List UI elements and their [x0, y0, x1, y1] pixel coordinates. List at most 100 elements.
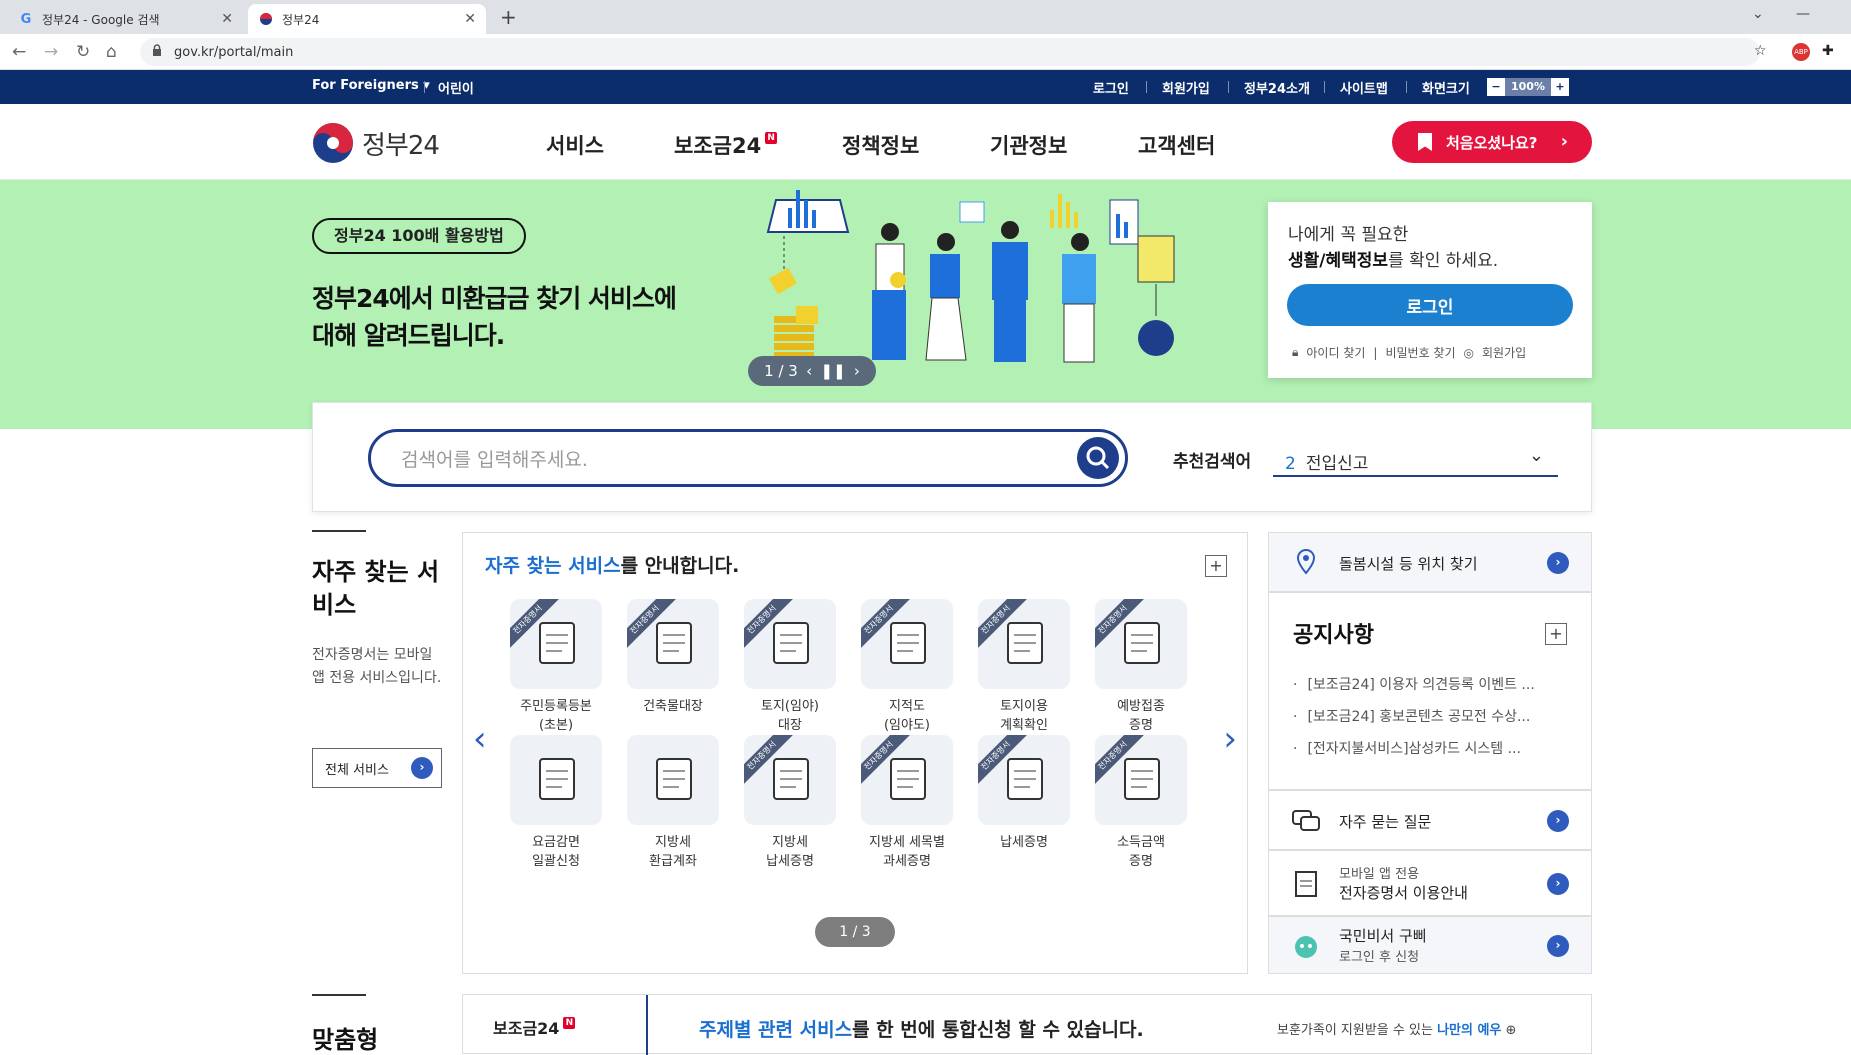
tab-search-icon[interactable]: ⌄	[1752, 6, 1764, 22]
prev-arrow-icon[interactable]: ‹	[473, 719, 487, 759]
faq-link[interactable]: 자주 묻는 질문 ›	[1268, 790, 1592, 850]
browser-tab-google[interactable]: G 정부24 - Google 검색 ✕	[8, 4, 243, 34]
bookmark-star-icon[interactable]: ☆	[1754, 43, 1767, 59]
prev-icon[interactable]: ‹	[806, 362, 812, 380]
care-facility-link[interactable]: 돌봄시설 등 위치 찾기 ›	[1268, 532, 1592, 592]
next-arrow-icon[interactable]: ›	[1223, 719, 1237, 759]
login-link[interactable]: 로그인	[1093, 78, 1129, 97]
service-item[interactable]: 전자증명서 건축물대장	[614, 599, 732, 716]
next-icon[interactable]: ›	[854, 362, 860, 380]
pause-icon[interactable]: ❚❚	[820, 362, 845, 380]
adblock-extension-icon[interactable]: ABP	[1792, 43, 1810, 61]
extensions-icon[interactable]: ✚	[1822, 43, 1834, 59]
keyword-rank: 2	[1285, 454, 1296, 474]
service-item[interactable]: 전자증명서 지방세 납세증명	[731, 735, 849, 871]
notice-item[interactable]: [보조금24] 이용자 의견등록 이벤트 ...	[1293, 669, 1553, 701]
service-label: 주민등록등본 (초본)	[520, 699, 592, 733]
gov24-logo[interactable]: 정부24	[312, 122, 440, 164]
nav-agency[interactable]: 기관정보	[990, 130, 1067, 160]
first-visit-label: 처음오셨나요?	[1446, 133, 1538, 152]
login-box: 나에게 꼭 필요한 생활/혜택정보를 확인 하세요. 로그인 🔒︎ 아이디 찾기…	[1268, 202, 1592, 378]
browser-tab-gov24[interactable]: 정부24 ✕	[248, 4, 486, 34]
sitemap-link[interactable]: 사이트맵	[1340, 78, 1388, 97]
url-text: gov.kr/portal/main	[174, 44, 294, 60]
services-pager: 1 / 3	[815, 917, 895, 947]
tax-payment-icon: 전자증명서	[978, 735, 1070, 825]
logo-text: 정부24	[362, 130, 440, 161]
notice-item[interactable]: [전자지불서비스]삼성카드 시스템 ...	[1293, 733, 1553, 765]
about-link[interactable]: 정부24소개	[1244, 78, 1310, 97]
service-item[interactable]: 전자증명서납세증명	[965, 735, 1083, 852]
notice-item[interactable]: [보조금24] 홍보콘텐츠 공모전 수상...	[1293, 701, 1553, 733]
hero-banner: 정부24 100배 활용방법 정부24에서 미환급금 찾기 서비스에 대해 알려…	[0, 180, 1851, 429]
service-label: 지적도 (임야도)	[883, 699, 931, 733]
minimize-icon[interactable]: —	[1796, 6, 1810, 22]
first-visit-button[interactable]: 처음오셨나요? ›	[1392, 121, 1592, 163]
mobile-certificate-guide-link[interactable]: 모바일 앱 전용 전자증명서 이용안내 ›	[1268, 850, 1592, 916]
hero-pager: 1 / 3 ‹ ❚❚ ›	[748, 356, 876, 386]
kids-link[interactable]: 어린이	[438, 78, 474, 97]
forward-icon[interactable]: →	[44, 42, 58, 62]
service-item[interactable]: 전자증명서 소득금액 증명	[1082, 735, 1200, 871]
signup-link[interactable]: 회원가입	[1162, 78, 1210, 97]
service-item[interactable]: 지방세 환급계좌	[614, 735, 732, 871]
service-item[interactable]: 전자증명서주민등록등본 (초본)	[497, 599, 615, 735]
hero-title[interactable]: 정부24에서 미환급금 찾기 서비스에 대해 알려드립니다.	[312, 280, 677, 354]
all-services-button[interactable]: 전체 서비스 ›	[312, 748, 442, 788]
location-pin-icon	[1296, 548, 1316, 575]
zoom-out-button[interactable]: −	[1487, 78, 1505, 96]
address-bar[interactable]: gov.kr/portal/main	[140, 38, 1760, 66]
lock-icon: 🔒︎	[1292, 345, 1299, 359]
gubbi-mascot-icon	[1295, 936, 1317, 958]
hero-pill-button[interactable]: 정부24 100배 활용방법	[312, 218, 526, 254]
search-input[interactable]: 검색어를 입력해주세요.	[368, 429, 1128, 487]
search-button[interactable]	[1077, 437, 1119, 479]
site-header: 정부24 서비스 보조금24 N 정책정보 기관정보 고객센터 처음오셨나요? ›	[0, 104, 1851, 180]
service-item[interactable]: 전자증명서 토지이용 계획확인	[965, 599, 1083, 735]
divider	[1228, 81, 1229, 93]
chevron-right-icon: ›	[1547, 935, 1569, 957]
national-secretary-link[interactable]: 국민비서 구삐 로그인 후 신청 ›	[1268, 916, 1592, 974]
reload-icon[interactable]: ↻	[76, 42, 90, 62]
service-item[interactable]: 전자증명서 예방접종 증명	[1082, 599, 1200, 735]
home-icon[interactable]: ⌂	[106, 42, 117, 62]
service-label: 예방접종 증명	[1117, 699, 1165, 733]
signup-link[interactable]: 회원가입	[1482, 344, 1526, 361]
cadastral-map-icon: 전자증명서	[861, 599, 953, 689]
recommended-keyword-select[interactable]: 2 전입신고 ⌄	[1273, 443, 1558, 477]
building-register-icon: 전자증명서	[627, 599, 719, 689]
close-tab-icon[interactable]: ✕	[221, 11, 233, 27]
divider	[312, 530, 366, 532]
more-button[interactable]: +	[1205, 555, 1227, 577]
service-item[interactable]: 전자증명서지적도 (임야도)	[848, 599, 966, 735]
nav-services[interactable]: 서비스	[546, 130, 604, 160]
veteran-family-link[interactable]: 보훈가족이 지원받을 수 있는 나만의 예우 ⊕	[1277, 1019, 1516, 1038]
for-foreigners-link[interactable]: For Foreigners ▾	[312, 78, 430, 93]
tab-title: 정부24	[282, 12, 320, 27]
nav-policy[interactable]: 정책정보	[842, 130, 919, 160]
new-tab-icon[interactable]: +	[500, 5, 517, 29]
user-icon: ◎	[1463, 345, 1474, 360]
close-tab-icon[interactable]: ✕	[464, 11, 476, 27]
integrated-application-bar: 보조금24 N 주제별 관련 서비스를 한 번에 통합신청 할 수 있습니다. 보…	[462, 994, 1592, 1055]
find-id-link[interactable]: 아이디 찾기	[1306, 344, 1365, 361]
find-password-link[interactable]: 비밀번호 찾기	[1385, 344, 1455, 361]
service-label: 납세증명	[1000, 835, 1048, 850]
browser-toolbar: ← → ↻ ⌂ gov.kr/portal/main ☆ ABP ✚	[0, 34, 1851, 70]
nav-customer-center[interactable]: 고객센터	[1138, 130, 1215, 160]
panel-title: 자주 찾는 서비스를 안내합니다.	[485, 555, 740, 577]
divider	[1324, 81, 1325, 93]
service-item[interactable]: 요금감면 일괄신청	[497, 735, 615, 871]
login-button[interactable]: 로그인	[1287, 284, 1573, 326]
service-item[interactable]: 전자증명서 지방세 세목별 과세증명	[848, 735, 966, 871]
tab-subsidy24[interactable]: 보조금24 N	[463, 995, 648, 1055]
service-item[interactable]: 전자증명서 토지(임야) 대장	[731, 599, 849, 735]
zoom-in-button[interactable]: +	[1551, 78, 1569, 96]
certificate-icon	[1295, 871, 1317, 897]
new-badge: N	[563, 1017, 576, 1029]
notice-more-button[interactable]: +	[1545, 623, 1567, 645]
id-card-icon: 전자증명서	[510, 599, 602, 689]
service-label: 요금감면 일괄신청	[532, 835, 580, 869]
nav-subsidy24[interactable]: 보조금24 N	[674, 130, 778, 160]
back-icon[interactable]: ←	[12, 42, 26, 62]
